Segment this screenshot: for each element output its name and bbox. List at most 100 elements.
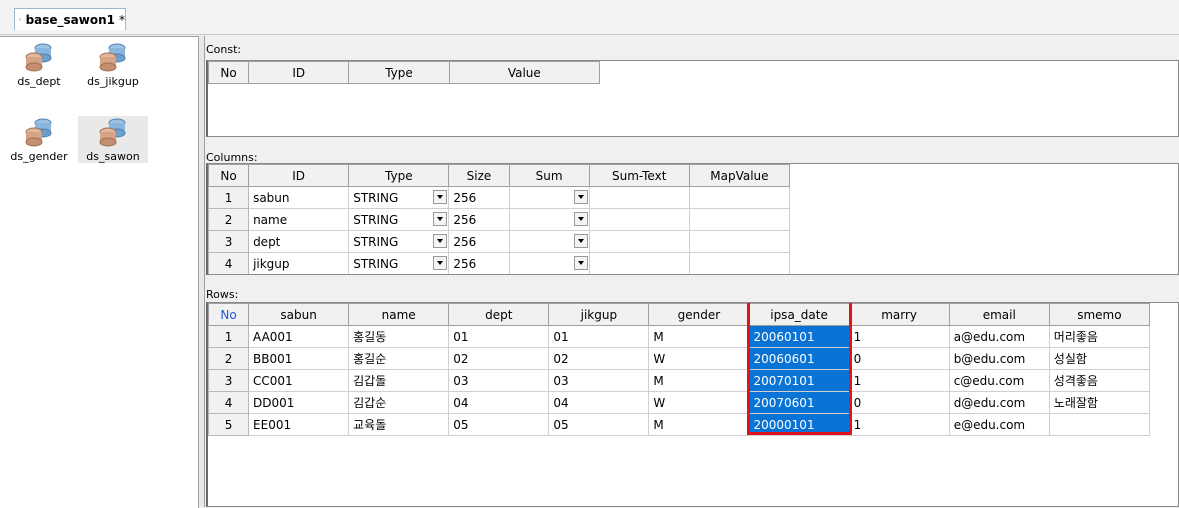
cell-name[interactable]: 교육돌 — [348, 413, 450, 436]
cell-name[interactable]: 김갑돌 — [348, 369, 450, 392]
cell-ipsa-date[interactable]: 20060101 — [748, 325, 850, 348]
column-size-cell[interactable]: 256 — [448, 186, 510, 209]
data-row[interactable]: 3 CC001 김갑돌 03 03 M 20070101 1 c@edu.com… — [208, 369, 1151, 392]
column-id-cell[interactable]: name — [248, 208, 350, 231]
columns-header-sum-text[interactable]: Sum-Text — [588, 164, 690, 187]
column-size-cell[interactable]: 256 — [448, 252, 510, 274]
rows-header-no[interactable]: No — [208, 303, 250, 326]
cell-gender[interactable]: M — [648, 369, 750, 392]
column-sum-combo[interactable] — [508, 208, 590, 231]
cell-gender[interactable]: M — [648, 413, 750, 436]
column-sum-combo[interactable] — [508, 186, 590, 209]
cell-sabun[interactable]: BB001 — [248, 347, 350, 370]
rows-header-email[interactable]: email — [948, 303, 1050, 326]
columns-header-mapvalue[interactable]: MapValue — [688, 164, 791, 187]
cell-dept[interactable]: 05 — [448, 413, 550, 436]
cell-email[interactable]: d@edu.com — [948, 391, 1050, 414]
cell-ipsa-date[interactable]: 20070101 — [748, 369, 850, 392]
cell-dept[interactable]: 02 — [448, 347, 550, 370]
rows-header-smemo[interactable]: smemo — [1048, 303, 1151, 326]
column-sumtext-cell[interactable] — [588, 208, 690, 231]
column-type-combo[interactable]: STRING — [348, 230, 450, 253]
column-mapvalue-cell[interactable] — [688, 186, 791, 209]
data-row[interactable]: 5 EE001 교육돌 05 05 M 20000101 1 e@edu.com — [208, 413, 1151, 436]
column-sum-combo[interactable] — [508, 230, 590, 253]
dropdown-arrow-icon[interactable] — [433, 256, 448, 270]
cell-jikgup[interactable]: 02 — [548, 347, 650, 370]
dropdown-arrow-icon[interactable] — [573, 190, 588, 204]
cell-marry[interactable]: 1 — [848, 325, 950, 348]
cell-marry[interactable]: 1 — [848, 413, 950, 436]
rows-grid[interactable]: No sabun name dept jikgup gender ipsa_da… — [206, 302, 1179, 507]
cell-smemo[interactable]: 노래잘함 — [1048, 391, 1151, 414]
const-header-no[interactable]: No — [208, 61, 250, 84]
dropdown-arrow-icon[interactable] — [573, 234, 588, 248]
dropdown-arrow-icon[interactable] — [573, 212, 588, 226]
dropdown-arrow-icon[interactable] — [433, 234, 448, 248]
dataset-item-ds-dept[interactable]: ds_dept — [4, 41, 74, 88]
cell-marry[interactable]: 0 — [848, 391, 950, 414]
cell-smemo[interactable] — [1048, 413, 1151, 436]
const-grid[interactable]: No ID Type Value — [206, 60, 1179, 137]
columns-row[interactable]: 3 dept STRING 256 — [208, 230, 791, 253]
columns-header-size[interactable]: Size — [448, 164, 510, 187]
cell-marry[interactable]: 1 — [848, 369, 950, 392]
columns-grid[interactable]: No ID Type Size Sum Sum-Text MapValue 1 … — [206, 163, 1179, 275]
const-header-id[interactable]: ID — [248, 61, 350, 84]
rows-header-marry[interactable]: marry — [848, 303, 950, 326]
rows-header-name[interactable]: name — [348, 303, 450, 326]
dropdown-arrow-icon[interactable] — [573, 256, 588, 270]
cell-email[interactable]: a@edu.com — [948, 325, 1050, 348]
column-id-cell[interactable]: dept — [248, 230, 350, 253]
rows-header-ipsa-date[interactable]: ipsa_date — [748, 303, 850, 326]
rows-header-dept[interactable]: dept — [448, 303, 550, 326]
cell-jikgup[interactable]: 03 — [548, 369, 650, 392]
data-row[interactable]: 2 BB001 홍길순 02 02 W 20060601 0 b@edu.com… — [208, 347, 1151, 370]
cell-name[interactable]: 홍길순 — [348, 347, 450, 370]
const-header-type[interactable]: Type — [348, 61, 450, 84]
cell-gender[interactable]: M — [648, 325, 750, 348]
cell-email[interactable]: b@edu.com — [948, 347, 1050, 370]
cell-email[interactable]: c@edu.com — [948, 369, 1050, 392]
column-size-cell[interactable]: 256 — [448, 230, 510, 253]
column-mapvalue-cell[interactable] — [688, 208, 791, 231]
column-mapvalue-cell[interactable] — [688, 252, 791, 274]
columns-header-no[interactable]: No — [208, 164, 250, 187]
column-id-cell[interactable]: jikgup — [248, 252, 350, 274]
cell-sabun[interactable]: AA001 — [248, 325, 350, 348]
column-type-combo[interactable]: STRING — [348, 186, 450, 209]
column-sumtext-cell[interactable] — [588, 230, 690, 253]
dataset-item-ds-gender[interactable]: ds_gender — [4, 116, 74, 163]
columns-header-id[interactable]: ID — [248, 164, 350, 187]
cell-gender[interactable]: W — [648, 347, 750, 370]
dropdown-arrow-icon[interactable] — [433, 212, 448, 226]
rows-header-jikgup[interactable]: jikgup — [548, 303, 650, 326]
cell-ipsa-date[interactable]: 20060601 — [748, 347, 850, 370]
cell-ipsa-date[interactable]: 20000101 — [748, 413, 850, 436]
columns-header-type[interactable]: Type — [348, 164, 450, 187]
data-row[interactable]: 1 AA001 홍길동 01 01 M 20060101 1 a@edu.com… — [208, 325, 1151, 348]
columns-row[interactable]: 2 name STRING 256 — [208, 208, 791, 231]
column-mapvalue-cell[interactable] — [688, 230, 791, 253]
cell-jikgup[interactable]: 01 — [548, 325, 650, 348]
cell-sabun[interactable]: DD001 — [248, 391, 350, 414]
dataset-item-ds-jikgup[interactable]: ds_jikgup — [78, 41, 148, 88]
cell-name[interactable]: 홍길동 — [348, 325, 450, 348]
cell-email[interactable]: e@edu.com — [948, 413, 1050, 436]
columns-row[interactable]: 4 jikgup STRING 256 — [208, 252, 791, 274]
document-tab[interactable]: base_sawon1 * — [14, 8, 126, 30]
dataset-item-ds-sawon[interactable]: ds_sawon — [78, 116, 148, 163]
cell-sabun[interactable]: EE001 — [248, 413, 350, 436]
const-header-value[interactable]: Value — [448, 61, 601, 84]
cell-gender[interactable]: W — [648, 391, 750, 414]
column-sumtext-cell[interactable] — [588, 186, 690, 209]
cell-dept[interactable]: 04 — [448, 391, 550, 414]
columns-row[interactable]: 1 sabun STRING 256 — [208, 186, 791, 209]
dropdown-arrow-icon[interactable] — [433, 190, 448, 204]
column-sum-combo[interactable] — [508, 252, 590, 274]
cell-smemo[interactable]: 머리좋음 — [1048, 325, 1151, 348]
cell-dept[interactable]: 01 — [448, 325, 550, 348]
cell-sabun[interactable]: CC001 — [248, 369, 350, 392]
column-type-combo[interactable]: STRING — [348, 208, 450, 231]
cell-marry[interactable]: 0 — [848, 347, 950, 370]
